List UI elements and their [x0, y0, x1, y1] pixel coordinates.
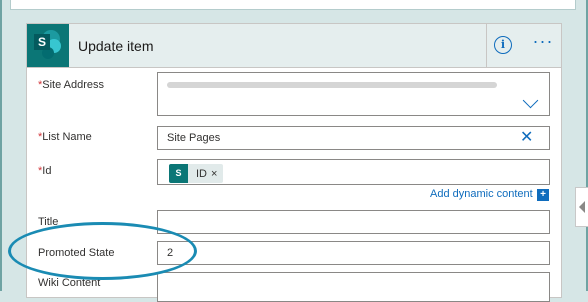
- clear-icon[interactable]: ✕: [520, 130, 533, 146]
- action-header[interactable]: S Update item i ···: [27, 24, 561, 68]
- caret-left-icon: [579, 201, 585, 213]
- title-label: Title: [38, 216, 59, 228]
- chevron-down-icon[interactable]: [522, 92, 539, 109]
- promoted-state-field[interactable]: 2: [157, 241, 550, 265]
- id-label: *Id: [38, 165, 52, 177]
- action-title: Update item: [78, 38, 154, 54]
- list-name-value: Site Pages: [167, 132, 221, 144]
- id-field[interactable]: S ID ×: [157, 159, 550, 185]
- sharepoint-icon: S: [169, 164, 188, 183]
- list-name-label: *List Name: [38, 131, 92, 143]
- action-header-title-area[interactable]: S Update item: [27, 24, 487, 67]
- remove-token-icon[interactable]: ×: [211, 168, 223, 180]
- previous-card-edge: [10, 0, 576, 10]
- id-token-label: ID: [196, 167, 207, 180]
- promoted-state-value: 2: [167, 247, 174, 259]
- sharepoint-icon: S: [27, 24, 69, 67]
- collapse-panel-tab[interactable]: [575, 187, 588, 227]
- promoted-state-label: Promoted State: [38, 247, 115, 259]
- title-field[interactable]: [157, 210, 550, 234]
- id-dynamic-token[interactable]: S ID ×: [169, 164, 224, 183]
- wiki-content-field[interactable]: [157, 272, 550, 302]
- add-dynamic-content-link[interactable]: Add dynamic content: [430, 188, 533, 200]
- add-dynamic-content-plus-icon[interactable]: +: [537, 189, 549, 201]
- site-address-dropdown[interactable]: [157, 72, 550, 116]
- site-address-label: *Site Address: [38, 79, 105, 91]
- wiki-content-label: Wiki Content: [38, 277, 101, 289]
- site-address-value-redacted: [167, 82, 497, 88]
- more-options-icon[interactable]: ···: [532, 32, 554, 54]
- update-item-action-card: S Update item i ··· *Site Address *List …: [26, 23, 562, 302]
- list-name-field[interactable]: Site Pages ✕: [157, 126, 550, 150]
- info-icon[interactable]: i: [494, 36, 512, 54]
